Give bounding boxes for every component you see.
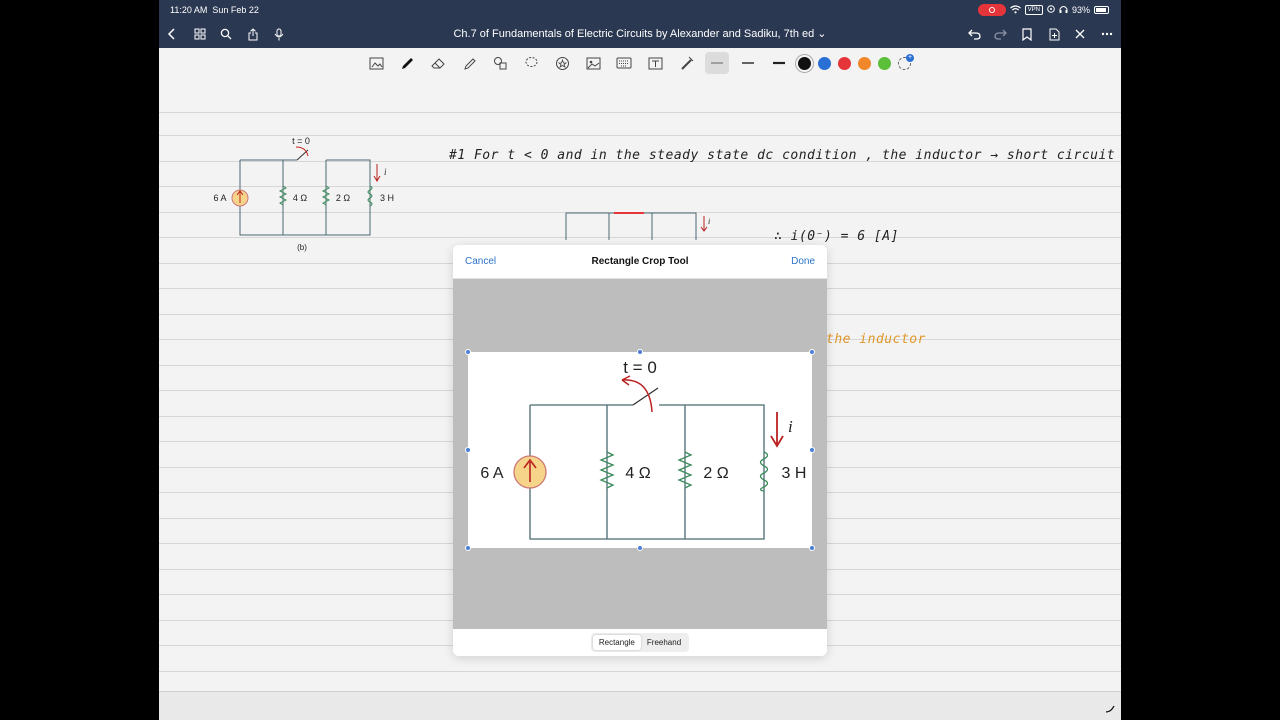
- figure-caption: (b): [297, 243, 307, 252]
- color-green-swatch[interactable]: [878, 56, 891, 70]
- circuit-figure-large: t = 0 6 A 4 Ω 2 Ω 3 H i: [480, 358, 807, 540]
- mode-rectangle-button[interactable]: Rectangle: [592, 635, 641, 650]
- laser-pointer-icon[interactable]: [674, 52, 698, 74]
- nav-bar: Ch.7 of Fundamentals of Electric Circuit…: [159, 20, 1121, 48]
- ipad-screen: 11:20 AM Sun Feb 22 VPN 93% Ch.7 of Fund…: [159, 0, 1121, 720]
- note-line-2: ∴ i(0⁻) = 6 [A]: [774, 229, 899, 244]
- dialog-header: Cancel Rectangle Crop Tool Done: [453, 245, 827, 279]
- thin-stroke-option[interactable]: [705, 52, 729, 74]
- current-label: i: [384, 167, 387, 177]
- crop-selection[interactable]: t = 0 6 A 4 Ω 2 Ω 3 H i: [468, 352, 812, 548]
- crop-handle-top-left[interactable]: [465, 349, 471, 355]
- redo-icon[interactable]: [990, 24, 1010, 44]
- done-button[interactable]: Done: [791, 256, 815, 267]
- circuit-figure-b: t = 0 6 A 4 Ω 2 Ω 3 H i (b): [213, 136, 394, 252]
- eraser-icon[interactable]: [426, 52, 450, 74]
- add-page-icon[interactable]: [1044, 24, 1064, 44]
- color-blue-swatch[interactable]: [818, 56, 831, 70]
- crop-dialog: Cancel Rectangle Crop Tool Done t = 0 6 …: [453, 245, 827, 656]
- more-options-icon[interactable]: [1097, 24, 1117, 44]
- source-label-large: 6 A: [480, 465, 503, 482]
- l-label-large: 3 H: [782, 465, 807, 482]
- current-label-large: i: [788, 417, 793, 436]
- crop-handle-right[interactable]: [809, 447, 815, 453]
- color-black-swatch[interactable]: [798, 56, 811, 70]
- crop-handle-top-right[interactable]: [809, 349, 815, 355]
- pen-icon[interactable]: [395, 52, 419, 74]
- source-label: 6 A: [213, 193, 226, 203]
- note-line-1: #1 For t < 0 and in the steady state dc …: [449, 148, 1116, 163]
- note-line-3: the inductor: [826, 332, 926, 347]
- switch-label-large: t = 0: [623, 358, 657, 377]
- color-red-swatch[interactable]: [838, 56, 851, 70]
- sketch-circuit: i: [565, 212, 710, 240]
- page-bottom-strip: [159, 691, 1121, 720]
- crop-handle-top[interactable]: [637, 349, 643, 355]
- crop-handle-bottom[interactable]: [637, 545, 643, 551]
- crop-handle-bottom-right[interactable]: [809, 545, 815, 551]
- r2-label: 2 Ω: [336, 193, 351, 203]
- crop-canvas[interactable]: t = 0 6 A 4 Ω 2 Ω 3 H i: [453, 279, 827, 629]
- close-icon[interactable]: [1070, 24, 1090, 44]
- battery-icon: [1094, 6, 1109, 14]
- svg-text:i: i: [708, 217, 710, 226]
- highlighter-icon[interactable]: [457, 52, 481, 74]
- r1-label: 4 Ω: [293, 193, 308, 203]
- lasso-icon[interactable]: [519, 52, 543, 74]
- image-icon[interactable]: [581, 52, 605, 74]
- medium-stroke-option[interactable]: [736, 52, 760, 74]
- wifi-icon: [1009, 4, 1021, 16]
- text-box-icon[interactable]: [643, 52, 667, 74]
- shapes-icon[interactable]: [488, 52, 512, 74]
- status-bar: 11:20 AM Sun Feb 22 VPN 93%: [159, 0, 1121, 20]
- screen-record-icon: [977, 4, 1006, 16]
- add-color-icon[interactable]: +: [898, 53, 914, 70]
- bookmark-icon[interactable]: [1017, 24, 1037, 44]
- undo-icon[interactable]: [964, 24, 984, 44]
- thick-stroke-option[interactable]: [767, 52, 791, 74]
- r2-label-large: 2 Ω: [703, 465, 728, 482]
- color-orange-swatch[interactable]: [858, 56, 871, 70]
- vpn-badge: VPN: [1024, 5, 1043, 15]
- battery-percent: 93%: [1071, 5, 1090, 15]
- dialog-title: Rectangle Crop Tool: [591, 256, 689, 267]
- crop-mode-segmented-control: Rectangle Freehand: [590, 633, 690, 652]
- location-icon: [1047, 5, 1055, 15]
- lasso-image-icon[interactable]: [364, 52, 388, 74]
- switch-label: t = 0: [292, 136, 310, 146]
- crop-handle-left[interactable]: [465, 447, 471, 453]
- dialog-footer: Rectangle Freehand: [453, 629, 827, 656]
- mode-freehand-button[interactable]: Freehand: [641, 635, 687, 650]
- keyboard-icon[interactable]: [612, 52, 636, 74]
- status-time: 11:20 AM Sun Feb 22: [170, 5, 259, 15]
- crop-handle-bottom-left[interactable]: [465, 545, 471, 551]
- resize-corner-icon: [1105, 702, 1115, 716]
- r1-label-large: 4 Ω: [625, 465, 650, 482]
- headphones-icon: [1059, 5, 1068, 15]
- sticker-icon[interactable]: [550, 52, 574, 74]
- l-label: 3 H: [380, 193, 394, 203]
- status-icons: VPN 93%: [977, 4, 1109, 16]
- drawing-toolbar: +: [364, 52, 914, 74]
